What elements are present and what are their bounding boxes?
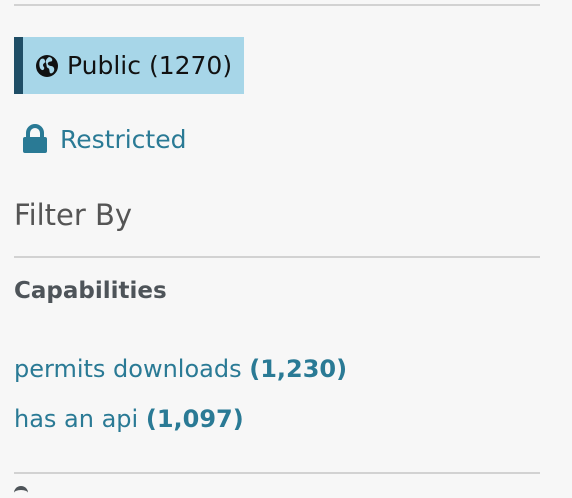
capabilities-section-title: Capabilities (14, 278, 167, 304)
public-filter-button[interactable]: Public (1270) (14, 37, 244, 94)
facet-permits-downloads[interactable]: permits downloads (1,230) (14, 355, 347, 383)
facet-has-an-api[interactable]: has an api (1,097) (14, 405, 244, 433)
globe-icon (35, 54, 59, 78)
filter-divider (14, 256, 540, 258)
section-divider (14, 472, 540, 474)
filter-sidebar: Public (1270) Restricted Filter By Capab… (0, 0, 572, 498)
filter-by-heading: Filter By (14, 198, 133, 232)
facet-count: (1,230) (249, 355, 348, 383)
facet-label: has an api (14, 405, 139, 433)
public-filter-text: Public (67, 51, 141, 80)
facet-label: permits downloads (14, 355, 242, 383)
top-divider (14, 4, 540, 6)
next-section-title-cropped (14, 486, 28, 498)
restricted-filter-link[interactable]: Restricted (22, 124, 186, 154)
facet-count: (1,097) (145, 405, 244, 433)
public-filter-label: Public (1270) (67, 51, 232, 80)
restricted-filter-label: Restricted (60, 124, 187, 154)
lock-icon (22, 124, 48, 154)
public-filter-count: (1270) (148, 51, 233, 80)
